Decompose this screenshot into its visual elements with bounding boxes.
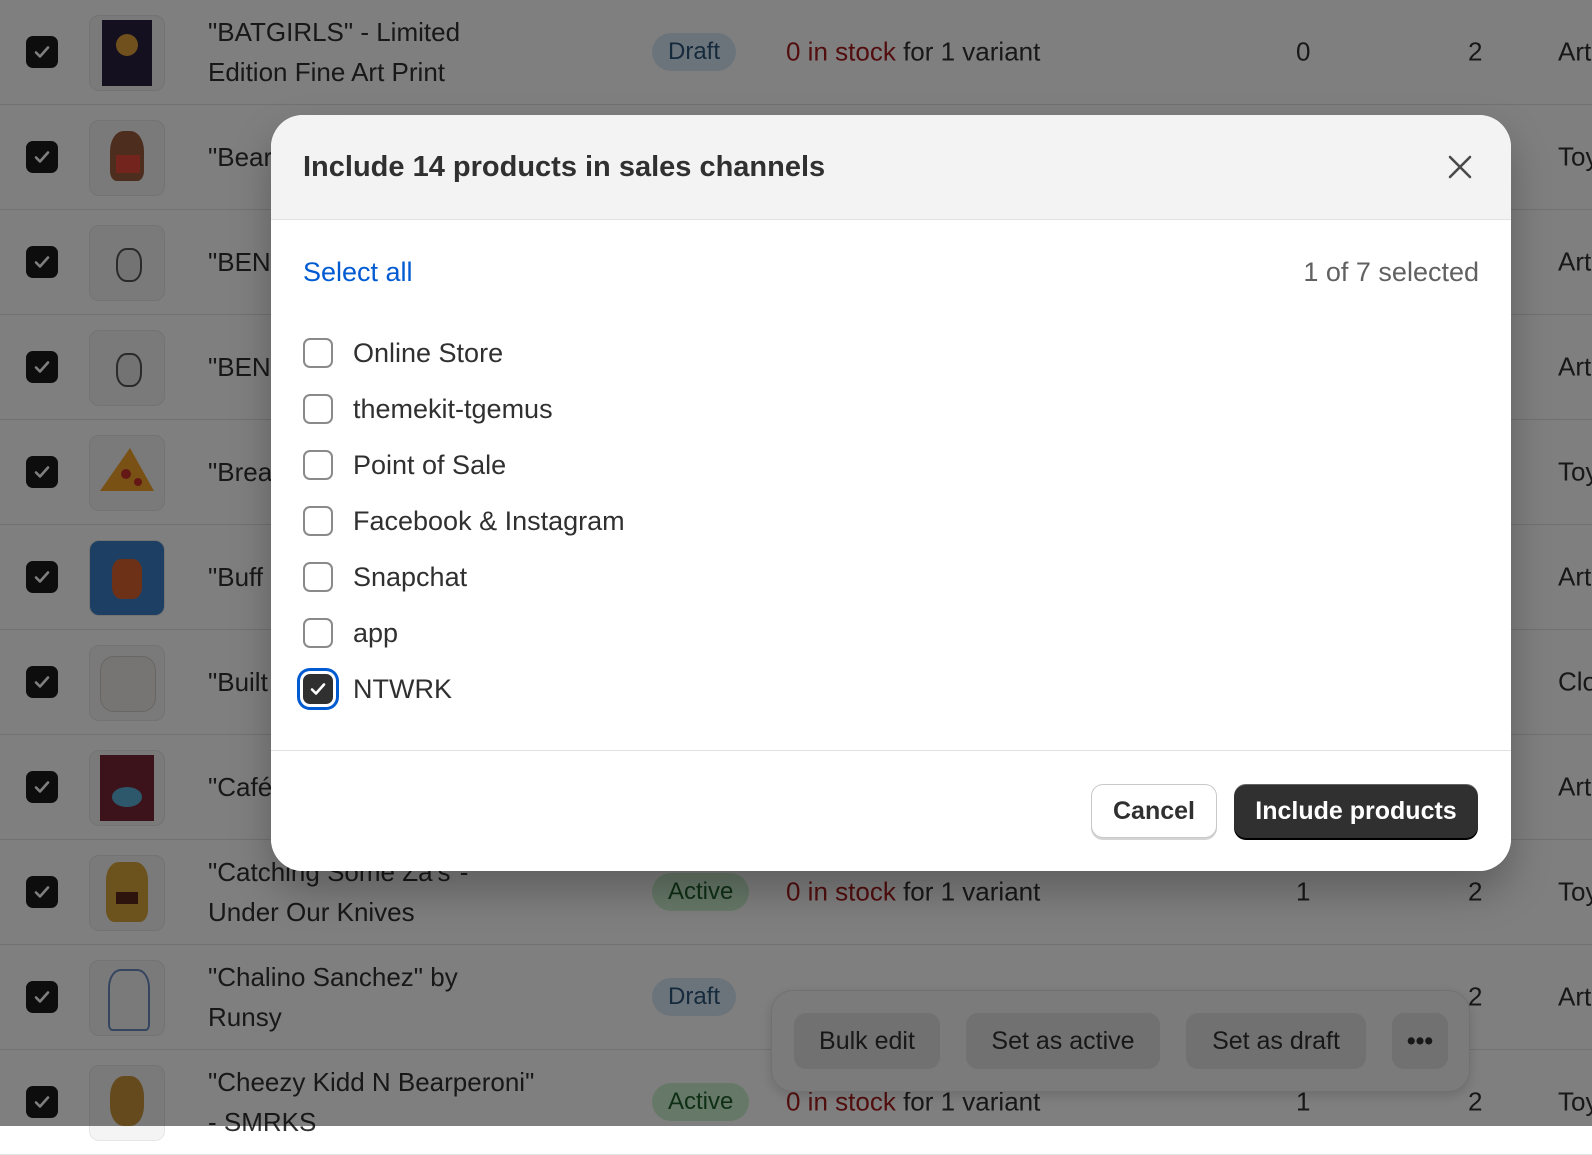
channel-label: themekit-tgemus — [353, 393, 553, 424]
channel-label: NTWRK — [353, 673, 452, 704]
channel-label: Point of Sale — [353, 449, 507, 480]
channel-option-ntwrk[interactable]: NTWRK — [303, 669, 452, 709]
channel-checkbox[interactable] — [303, 506, 333, 536]
channel-label: Online Store — [353, 337, 504, 368]
checkmark-icon — [310, 683, 326, 695]
channel-checkbox[interactable] — [303, 618, 333, 648]
channel-option-point-of-sale[interactable]: Point of Sale — [303, 445, 506, 485]
include-products-button[interactable]: Include products — [1234, 784, 1478, 838]
channel-checkbox[interactable] — [303, 338, 333, 368]
channel-checkbox[interactable] — [303, 562, 333, 592]
channel-option-themekit-tgemus[interactable]: themekit-tgemus — [303, 389, 553, 429]
channel-option-facebook-instagram[interactable]: Facebook & Instagram — [303, 501, 625, 541]
sales-channels-modal: Include 14 products in sales channels Se… — [271, 115, 1511, 871]
cancel-button[interactable]: Cancel — [1091, 784, 1217, 838]
channel-option-online-store[interactable]: Online Store — [303, 333, 503, 373]
channel-option-snapchat[interactable]: Snapchat — [303, 557, 467, 597]
close-button[interactable] — [1443, 150, 1477, 184]
selected-count: 1 of 7 selected — [1303, 257, 1479, 287]
select-all-link[interactable]: Select all — [303, 255, 413, 289]
modal-footer: Cancel Include products — [271, 750, 1511, 871]
channel-label: Snapchat — [353, 561, 468, 592]
channel-option-app[interactable]: app — [303, 613, 398, 653]
modal-header: Include 14 products in sales channels — [271, 115, 1511, 220]
channel-checkbox-checked[interactable] — [303, 674, 333, 704]
channel-checkbox[interactable] — [303, 450, 333, 480]
channel-checkbox[interactable] — [303, 394, 333, 424]
channel-label: app — [353, 617, 399, 648]
close-icon — [1448, 155, 1472, 179]
channel-label: Facebook & Instagram — [353, 505, 625, 536]
modal-title: Include 14 products in sales channels — [303, 151, 826, 183]
